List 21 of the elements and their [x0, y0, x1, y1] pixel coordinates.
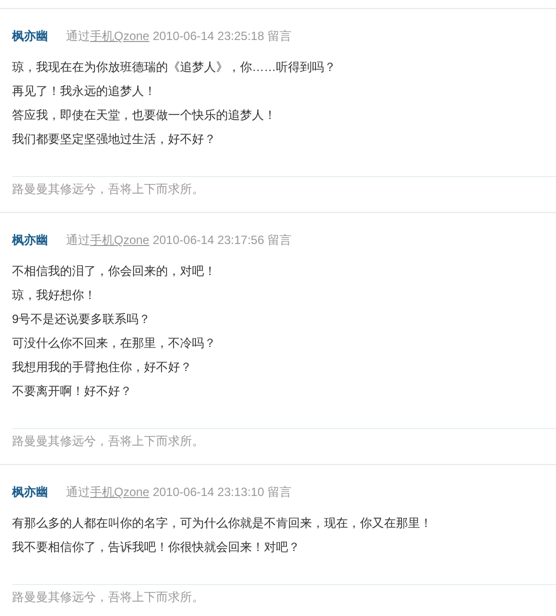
- message-line: 不相信我的泪了，你会回来的，对吧！: [12, 263, 217, 280]
- message-line: 答应我，即使在天堂，也要做一个快乐的追梦人！: [12, 107, 277, 124]
- signature-text: 路曼曼其修远兮，吾将上下而求所。: [12, 433, 205, 450]
- signature-text: 路曼曼其修远兮，吾将上下而求所。: [12, 181, 205, 198]
- message-line: 我想用我的手臂抱住你，好不好？: [12, 359, 193, 376]
- post-meta: 通过手机Qzone 2010-06-14 23:25:18 留言: [66, 28, 292, 45]
- message-line: 我们都要坚定坚强地过生活，好不好？: [12, 131, 217, 148]
- message-line: 再见了！我永远的追梦人！: [12, 83, 157, 100]
- message-line: 9号不是还说要多联系吗？: [12, 311, 152, 328]
- author-name[interactable]: 枫亦幽: [12, 231, 48, 249]
- message-line: 琼，我现在在为你放班德瑞的《追梦人》，你……听得到吗？: [12, 59, 337, 76]
- post-meta: 通过手机Qzone 2010-06-14 23:17:56 留言: [66, 232, 292, 249]
- author-name[interactable]: 枫亦幽: [12, 27, 48, 45]
- message-line: 我不要相信你了，告诉我吧！你很快就会回来！对吧？: [12, 539, 301, 556]
- message-line: 不要离开啊！好不好？: [12, 383, 133, 400]
- post-meta: 通过手机Qzone 2010-06-14 23:13:10 留言: [66, 484, 292, 501]
- author-name[interactable]: 枫亦幽: [12, 483, 48, 501]
- message-line: 有那么多的人都在叫你的名字，可为什么你就是不肯回来，现在，你又在那里！: [12, 515, 433, 532]
- message-line: 可没什么你不回来，在那里，不冷吗？: [12, 335, 217, 352]
- message-line: 琼，我好想你！: [12, 287, 97, 304]
- signature-text: 路曼曼其修远兮，吾将上下而求所。: [12, 589, 205, 606]
